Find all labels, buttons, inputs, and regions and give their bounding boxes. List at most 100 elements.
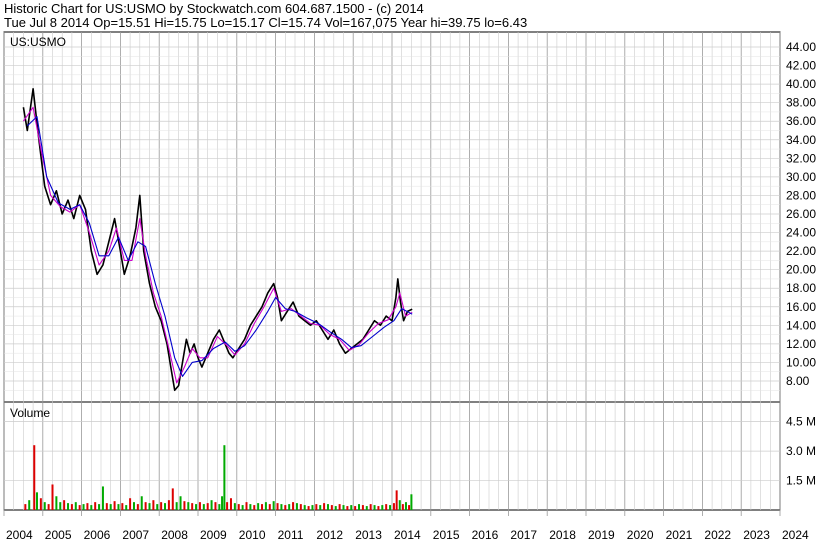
volume-bar	[144, 502, 147, 510]
y-tick-label: 34.00	[786, 133, 816, 147]
volume-bar	[55, 496, 58, 510]
volume-bar	[358, 504, 361, 510]
volume-bar	[167, 500, 170, 510]
volume-bar	[28, 500, 31, 510]
x-tick-label: 2016	[472, 528, 499, 542]
volume-bar	[389, 505, 392, 510]
volume-bar	[295, 503, 298, 510]
volume-bar	[221, 496, 224, 510]
volume-bar	[272, 501, 275, 510]
volume-bar	[43, 502, 46, 510]
volume-bar	[268, 504, 271, 510]
volume-bar	[257, 503, 260, 510]
y-tick-label: 36.00	[786, 114, 816, 128]
volume-bar	[373, 505, 376, 510]
volume-bar	[156, 504, 159, 510]
volume-tick-label: 4.5 M	[786, 415, 816, 429]
volume-bar	[245, 502, 248, 510]
volume-bar	[63, 500, 66, 510]
volume-bar	[410, 494, 413, 510]
volume-bar	[35, 492, 38, 510]
volume-bar	[233, 503, 236, 510]
y-tick-label: 28.00	[786, 188, 816, 202]
volume-bar	[350, 505, 353, 510]
volume-bar	[206, 503, 209, 510]
y-tick-label: 10.00	[786, 355, 816, 369]
volume-bar	[299, 504, 302, 510]
y-tick-label: 22.00	[786, 244, 816, 258]
y-tick-label: 32.00	[786, 151, 816, 165]
volume-bar	[381, 505, 384, 510]
volume-bar	[223, 445, 226, 510]
volume-bar	[175, 502, 178, 510]
volume-grid	[3, 402, 781, 516]
y-tick-label: 40.00	[786, 77, 816, 91]
x-tick-label: 2007	[122, 528, 149, 542]
volume-bar	[342, 505, 345, 510]
price-grid	[3, 32, 781, 402]
y-tick-label: 38.00	[786, 96, 816, 110]
volume-bar	[284, 505, 287, 510]
y-tick-label: 26.00	[786, 207, 816, 221]
volume-bar	[229, 498, 232, 510]
volume-bar	[132, 502, 135, 510]
volume-bar	[392, 503, 395, 510]
x-tick-label: 2017	[510, 528, 537, 542]
volume-bar	[94, 502, 97, 510]
x-tick-label: 2005	[45, 528, 72, 542]
y-tick-label: 44.00	[786, 40, 816, 54]
volume-bar	[113, 501, 116, 510]
volume-bar	[261, 504, 264, 510]
volume-bar	[187, 502, 190, 510]
volume-bar	[78, 505, 81, 510]
volume-bar	[241, 505, 244, 510]
x-tick-label: 2004	[6, 528, 33, 542]
volume-bar	[315, 504, 318, 510]
volume-bar	[33, 445, 36, 510]
volume-bar	[39, 498, 42, 510]
x-tick-label: 2020	[627, 528, 654, 542]
volume-axis-labels: 4.5 M 3.0 M 1.5 M	[786, 415, 816, 488]
stock-chart: 44.00 42.00 40.00 38.00 36.00 34.00 32.00 30.00…	[3, 31, 816, 542]
chart-window: Historic Chart for US:USMO by Stockwatch…	[0, 0, 830, 543]
volume-bar	[202, 504, 205, 510]
volume-bar	[361, 505, 364, 510]
volume-bar	[398, 500, 401, 510]
volume-bar	[183, 501, 186, 510]
volume-bar	[109, 504, 112, 510]
volume-bar	[276, 503, 279, 510]
volume-bar	[129, 498, 132, 510]
volume-bar	[195, 504, 198, 510]
volume-bar	[90, 505, 93, 510]
volume-bar	[326, 504, 329, 510]
x-tick-label: 2013	[355, 528, 382, 542]
y-tick-label: 12.00	[786, 337, 816, 351]
volume-bar	[354, 506, 357, 510]
y-tick-label: 18.00	[786, 281, 816, 295]
symbol-label: US:USMO	[10, 35, 66, 49]
volume-bar	[191, 503, 194, 510]
volume-bar	[125, 505, 128, 510]
volume-bar	[98, 504, 101, 510]
x-tick-label: 2010	[239, 528, 266, 542]
volume-bar	[24, 504, 27, 510]
volume-bar	[198, 502, 201, 510]
volume-bar	[319, 505, 322, 510]
volume-bar	[338, 504, 341, 510]
volume-bar	[218, 504, 221, 510]
x-tick-label: 2014	[394, 528, 421, 542]
volume-bar	[51, 484, 54, 510]
volume-bar	[148, 503, 151, 510]
volume-bar	[334, 506, 337, 510]
volume-tick-label: 3.0 M	[786, 444, 816, 458]
volume-bar	[160, 502, 163, 510]
x-tick-label: 2012	[316, 528, 343, 542]
volume-bar	[70, 504, 73, 510]
volume-bar	[101, 486, 104, 510]
volume-bar	[86, 503, 89, 510]
price-axis-labels: 44.00 42.00 40.00 38.00 36.00 34.00 32.00 30.00…	[786, 40, 816, 388]
x-tick-label: 2024	[782, 528, 809, 542]
volume-bar	[253, 505, 256, 510]
volume-bar	[385, 504, 388, 510]
volume-bar	[264, 502, 267, 510]
